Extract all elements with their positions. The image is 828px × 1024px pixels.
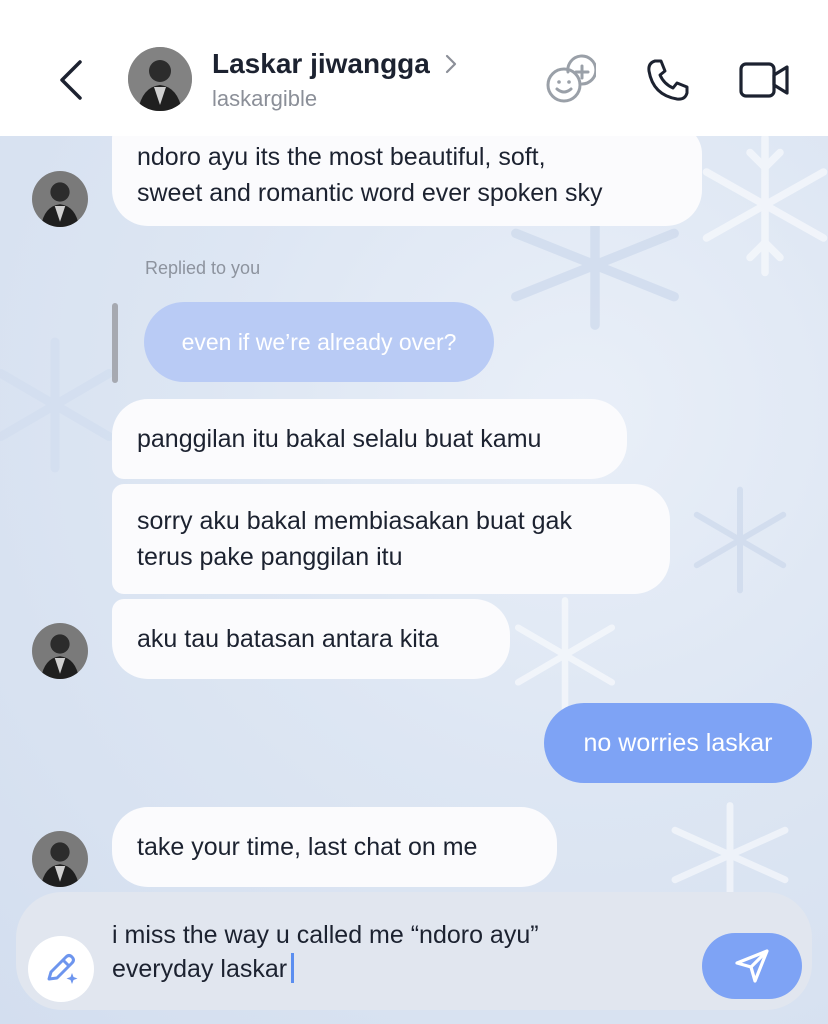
edit-button[interactable] (28, 936, 94, 1002)
reply-label: Replied to you (145, 258, 261, 278)
message-input-text: i miss the way u called me “ndoro ayu” e… (112, 921, 539, 983)
back-button[interactable] (48, 52, 94, 108)
chevron-left-icon (60, 60, 82, 100)
video-call-button[interactable] (736, 52, 792, 108)
sticker-button[interactable] (542, 52, 598, 108)
message-bubble[interactable]: panggilan itu bakal selalu buat kamu (112, 399, 627, 479)
message-text: sorry aku bakal membiasakan buat gak ter… (137, 507, 572, 571)
chevron-right-icon (445, 54, 456, 74)
avatar[interactable] (128, 47, 192, 111)
reply-indicator-bar (112, 303, 118, 383)
text-cursor (291, 953, 295, 983)
avatar[interactable] (32, 623, 88, 679)
video-icon (739, 62, 789, 98)
message-input[interactable]: i miss the way u called me “ndoro ayu” e… (112, 918, 672, 986)
message-bubble[interactable]: sorry aku bakal membiasakan buat gak ter… (112, 484, 670, 594)
sticker-icon (546, 54, 596, 103)
send-icon (735, 949, 769, 983)
contact-name: Laskar jiwangga (212, 48, 430, 79)
avatar[interactable] (32, 171, 88, 227)
replied-message-bubble[interactable]: even if we’re already over? (144, 302, 494, 382)
message-bubble[interactable]: ndoro ayu its the most beautiful, soft, … (112, 124, 702, 226)
message-bubble[interactable]: aku tau batasan antara kita (112, 599, 510, 679)
message-text: aku tau batasan antara kita (137, 625, 439, 653)
message-text: take your time, last chat on me (137, 833, 478, 861)
message-text: no worries laskar (583, 728, 773, 757)
message-text: ndoro ayu its the most beautiful, soft, … (137, 143, 603, 207)
snowflake-icon (693, 486, 787, 594)
chat-header: Laskar jiwangga laskargible (0, 0, 828, 136)
profile-photo (128, 47, 192, 111)
phone-icon (647, 59, 689, 101)
profile-photo (32, 831, 88, 887)
pencil-sparkle-icon (47, 954, 78, 984)
message-bubble[interactable]: take your time, last chat on me (112, 807, 557, 887)
replied-message-text: even if we’re already over? (181, 328, 457, 355)
snowflake-icon (702, 133, 828, 277)
send-button[interactable] (702, 933, 802, 999)
avatar[interactable] (32, 831, 88, 887)
profile-photo (32, 171, 88, 227)
profile-photo (32, 623, 88, 679)
message-text: panggilan itu bakal selalu buat kamu (137, 425, 542, 453)
snowflake-icon (0, 337, 114, 473)
outgoing-message-bubble[interactable]: no worries laskar (544, 703, 812, 783)
snowflake-icon (514, 597, 616, 713)
call-button[interactable] (640, 52, 696, 108)
contact-name-button[interactable]: Laskar jiwangga (212, 48, 458, 80)
message-composer: i miss the way u called me “ndoro ayu” e… (16, 892, 812, 1010)
contact-username: laskargible (212, 86, 318, 111)
